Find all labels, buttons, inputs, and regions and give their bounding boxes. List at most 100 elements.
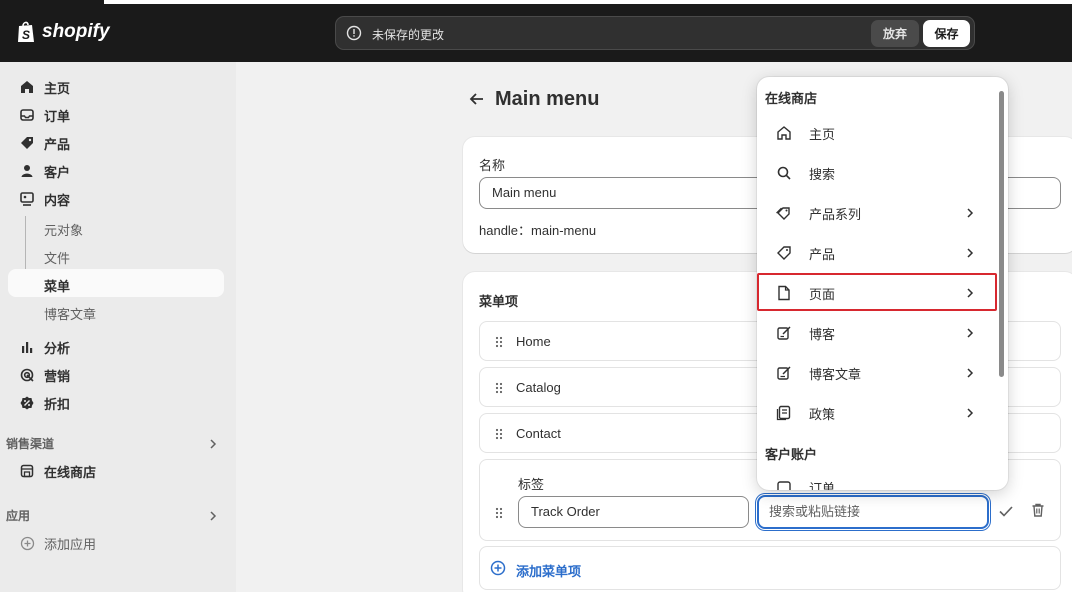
popover-item-label: 搜索 [809, 166, 836, 182]
sidebar-item-label: 折扣 [44, 396, 71, 412]
handle-text: handle：main-menu [479, 223, 597, 238]
menu-item-label: Catalog [516, 380, 561, 395]
popover-item-blog-posts[interactable]: 博客文章 [757, 355, 997, 391]
inbox-icon [17, 105, 37, 125]
popover-item-products[interactable]: 产品 [757, 235, 997, 271]
bar-chart-icon [17, 337, 37, 357]
sidebar-subitem-label: 菜单 [44, 279, 71, 294]
plus-circle-icon [490, 560, 506, 576]
add-menu-item-label: 添加菜单项 [516, 564, 582, 579]
sidebar-item-label: 主页 [44, 80, 71, 96]
back-arrow-icon[interactable] [468, 90, 486, 108]
popover-item-policies[interactable]: 政策 [757, 395, 997, 431]
shopify-bag-icon: S [18, 21, 34, 42]
search-icon [777, 166, 791, 180]
sidebar-item-products[interactable]: 产品 [8, 129, 224, 157]
popover-item-search[interactable]: 搜索 [757, 155, 997, 191]
person-icon [17, 161, 37, 181]
popover-item-pages[interactable]: 页面 [757, 275, 997, 311]
sidebar-item-label: 分析 [44, 340, 71, 356]
add-menu-item-row[interactable]: 添加菜单项 [479, 546, 1061, 590]
sidebar-item-label: 订单 [44, 108, 71, 124]
chevron-right-icon [967, 208, 974, 218]
target-icon [17, 365, 37, 385]
popover-item-label: 主页 [809, 126, 836, 142]
name-label: 名称 [479, 158, 506, 173]
sidebar-item-customers[interactable]: 客户 [8, 157, 224, 185]
alert-circle-icon [346, 25, 362, 41]
checkmark-icon[interactable] [998, 503, 1014, 519]
label-input[interactable]: Track Order [518, 496, 749, 528]
top-bar: S shopify 未保存的更改 放弃 保存 [0, 0, 1072, 62]
drag-handle-icon[interactable] [494, 427, 504, 441]
sidebar-subitem-metaobjects[interactable]: 元对象 [44, 220, 83, 239]
sidebar-subitem-blog-posts[interactable]: 博客文章 [44, 304, 96, 323]
chevron-right-icon [967, 328, 974, 338]
popover-item-collections[interactable]: 产品系列 [757, 195, 997, 231]
shopify-logo[interactable]: S shopify [16, 20, 110, 44]
menu-items-title: 菜单项 [479, 294, 519, 309]
popover-scrollbar[interactable] [999, 91, 1004, 377]
inbox-icon [777, 481, 791, 490]
store-icon [17, 461, 37, 481]
sidebar-item-label: 在线商店 [44, 464, 97, 480]
sidebar-item-label: 添加应用 [44, 536, 97, 552]
discount-icon [17, 393, 37, 413]
sidebar-item-discounts[interactable]: 折扣 [8, 389, 224, 417]
sidebar-subitem-files[interactable]: 文件 [44, 248, 70, 267]
popover-item-label: 政策 [809, 406, 836, 422]
popover-item-orders[interactable]: 订单 [757, 469, 997, 490]
popover-section-title: 在线商店 [765, 91, 818, 106]
popover-item-label: 订单 [809, 480, 836, 491]
sidebar: 主页 订单 产品 客户 内容 元对象 文件 菜单 博客文章 分析 营销 折扣 销… [0, 62, 236, 592]
sidebar-item-marketing[interactable]: 营销 [8, 361, 224, 389]
trash-icon[interactable] [1030, 502, 1046, 518]
collection-tag-icon [776, 207, 790, 220]
popover-item-home[interactable]: 主页 [757, 115, 997, 151]
brand-name: shopify [42, 21, 110, 42]
popover-item-blogs[interactable]: 博客 [757, 315, 997, 351]
sidebar-item-home[interactable]: 主页 [8, 73, 224, 101]
tag-icon [17, 133, 37, 153]
sidebar-item-add-app[interactable]: 添加应用 [8, 529, 224, 557]
unsaved-changes-text: 未保存的更改 [372, 28, 445, 42]
popover-item-label: 博客 [809, 326, 836, 342]
svg-text:S: S [22, 28, 30, 42]
popover-item-label: 产品系列 [809, 206, 862, 222]
chevron-right-icon[interactable] [207, 438, 219, 450]
sidebar-item-label: 客户 [44, 164, 71, 180]
policy-icon [776, 405, 791, 421]
sidebar-item-analytics[interactable]: 分析 [8, 333, 224, 361]
apps-title[interactable]: 应用 [6, 507, 30, 524]
link-search-input[interactable]: 搜索或粘贴链接 [757, 495, 989, 529]
chevron-right-icon[interactable] [207, 510, 219, 522]
content-icon [17, 189, 37, 209]
sidebar-item-content[interactable]: 内容 [8, 185, 224, 213]
home-icon [17, 77, 37, 97]
drag-handle-icon[interactable] [494, 506, 504, 520]
sidebar-subitem-menus[interactable]: 菜单 [8, 269, 224, 297]
link-picker-popover: 在线商店 主页 搜索 产品系列 产品 页面 博客 博客文章 政策 客户账户 订单 [757, 77, 1008, 490]
discard-button[interactable]: 放弃 [871, 20, 919, 47]
menu-item-label: Contact [516, 426, 561, 441]
sidebar-item-orders[interactable]: 订单 [8, 101, 224, 129]
sidebar-item-online-store[interactable]: 在线商店 [8, 457, 224, 485]
sidebar-item-label: 营销 [44, 368, 71, 384]
browser-strip [0, 0, 1072, 4]
popover-item-label: 博客文章 [809, 366, 862, 382]
popover-section-title: 客户账户 [765, 447, 818, 462]
blog-icon [777, 326, 791, 340]
sidebar-item-label: 产品 [44, 136, 71, 152]
blog-post-icon [777, 366, 791, 380]
chevron-right-icon [967, 288, 974, 298]
popover-item-label: 产品 [809, 246, 836, 262]
drag-handle-icon[interactable] [494, 381, 504, 395]
sales-channels-title[interactable]: 销售渠道 [6, 435, 54, 452]
tag-icon [777, 246, 791, 260]
drag-handle-icon[interactable] [494, 335, 504, 349]
page-icon [778, 285, 790, 301]
plus-circle-icon [17, 533, 37, 553]
save-button[interactable]: 保存 [923, 20, 970, 47]
sidebar-item-label: 内容 [44, 192, 71, 208]
popover-item-label: 页面 [809, 286, 836, 302]
